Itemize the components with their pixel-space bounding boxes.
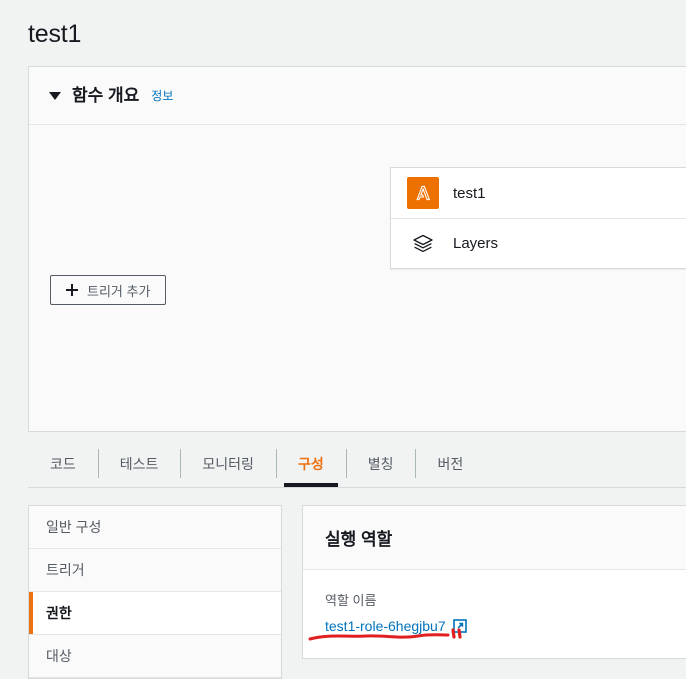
layers-icon bbox=[407, 228, 439, 260]
function-overview-title: 함수 개요 bbox=[72, 85, 140, 105]
function-resource-label: test1 bbox=[453, 184, 486, 202]
tab-label: 테스트 bbox=[119, 455, 159, 472]
tab-label: 코드 bbox=[50, 455, 76, 472]
role-name-link-row: test1-role-6hegjbu7 bbox=[325, 618, 467, 634]
function-resource-card: test1 Layers bbox=[390, 167, 686, 269]
role-name-label: 역할 이름 bbox=[325, 593, 377, 608]
execution-role-title: 실행 역할 bbox=[325, 530, 393, 549]
function-overview-header: 함수 개요 정보 bbox=[29, 67, 686, 125]
tab-versions[interactable]: 버전 bbox=[415, 440, 485, 487]
sidebar-item-general-configuration[interactable]: 일반 구성 bbox=[29, 506, 281, 549]
sidebar-item-label: 권한 bbox=[46, 605, 72, 621]
layers-resource-label: Layers bbox=[453, 235, 499, 252]
function-resource-row-function[interactable]: test1 bbox=[391, 168, 686, 218]
sidebar-item-label: 일반 구성 bbox=[46, 519, 102, 535]
function-overview-card: 함수 개요 정보 트리거 추가 test1 Layers bbox=[28, 66, 686, 432]
function-resource-row-layers[interactable]: Layers bbox=[391, 218, 686, 268]
tab-label: 모니터링 bbox=[202, 455, 254, 472]
tab-monitoring[interactable]: 모니터링 bbox=[180, 440, 276, 487]
tabs-divider bbox=[28, 487, 686, 488]
lambda-icon bbox=[407, 177, 439, 209]
tab-aliases[interactable]: 별칭 bbox=[345, 440, 416, 487]
execution-role-body: 역할 이름 test1-role-6hegjbu7 bbox=[303, 570, 686, 658]
configuration-side-nav: 일반 구성 트리거 권한 대상 bbox=[28, 505, 282, 679]
tab-configuration[interactable]: 구성 bbox=[275, 440, 346, 487]
sidebar-item-triggers[interactable]: 트리거 bbox=[29, 549, 281, 592]
function-overview-diagram: 트리거 추가 test1 Layers bbox=[29, 125, 686, 431]
execution-role-header: 실행 역할 bbox=[303, 506, 686, 570]
sidebar-item-permissions[interactable]: 권한 bbox=[29, 592, 281, 635]
tab-label: 구성 bbox=[297, 455, 324, 472]
sidebar-item-destinations[interactable]: 대상 bbox=[29, 635, 281, 678]
tab-code[interactable]: 코드 bbox=[28, 440, 98, 487]
function-tabs: 코드 테스트 모니터링 구성 별칭 버전 bbox=[28, 440, 485, 487]
tab-label: 별칭 bbox=[367, 455, 394, 472]
tab-test[interactable]: 테스트 bbox=[97, 440, 181, 487]
sidebar-item-label: 대상 bbox=[46, 648, 72, 664]
info-link[interactable]: 정보 bbox=[151, 86, 173, 106]
caret-down-icon[interactable] bbox=[49, 91, 61, 100]
tab-label: 버전 bbox=[437, 455, 464, 472]
add-trigger-label: 트리거 추가 bbox=[87, 283, 151, 299]
execution-role-panel: 실행 역할 역할 이름 test1-role-6hegjbu7 bbox=[302, 505, 686, 659]
add-trigger-button[interactable]: 트리거 추가 bbox=[50, 275, 167, 305]
sidebar-item-label: 트리거 bbox=[46, 562, 85, 578]
role-name-link[interactable]: test1-role-6hegjbu7 bbox=[325, 618, 446, 634]
page-title: test1 bbox=[28, 20, 82, 48]
external-link-icon[interactable] bbox=[452, 619, 467, 633]
plus-icon bbox=[66, 284, 78, 296]
